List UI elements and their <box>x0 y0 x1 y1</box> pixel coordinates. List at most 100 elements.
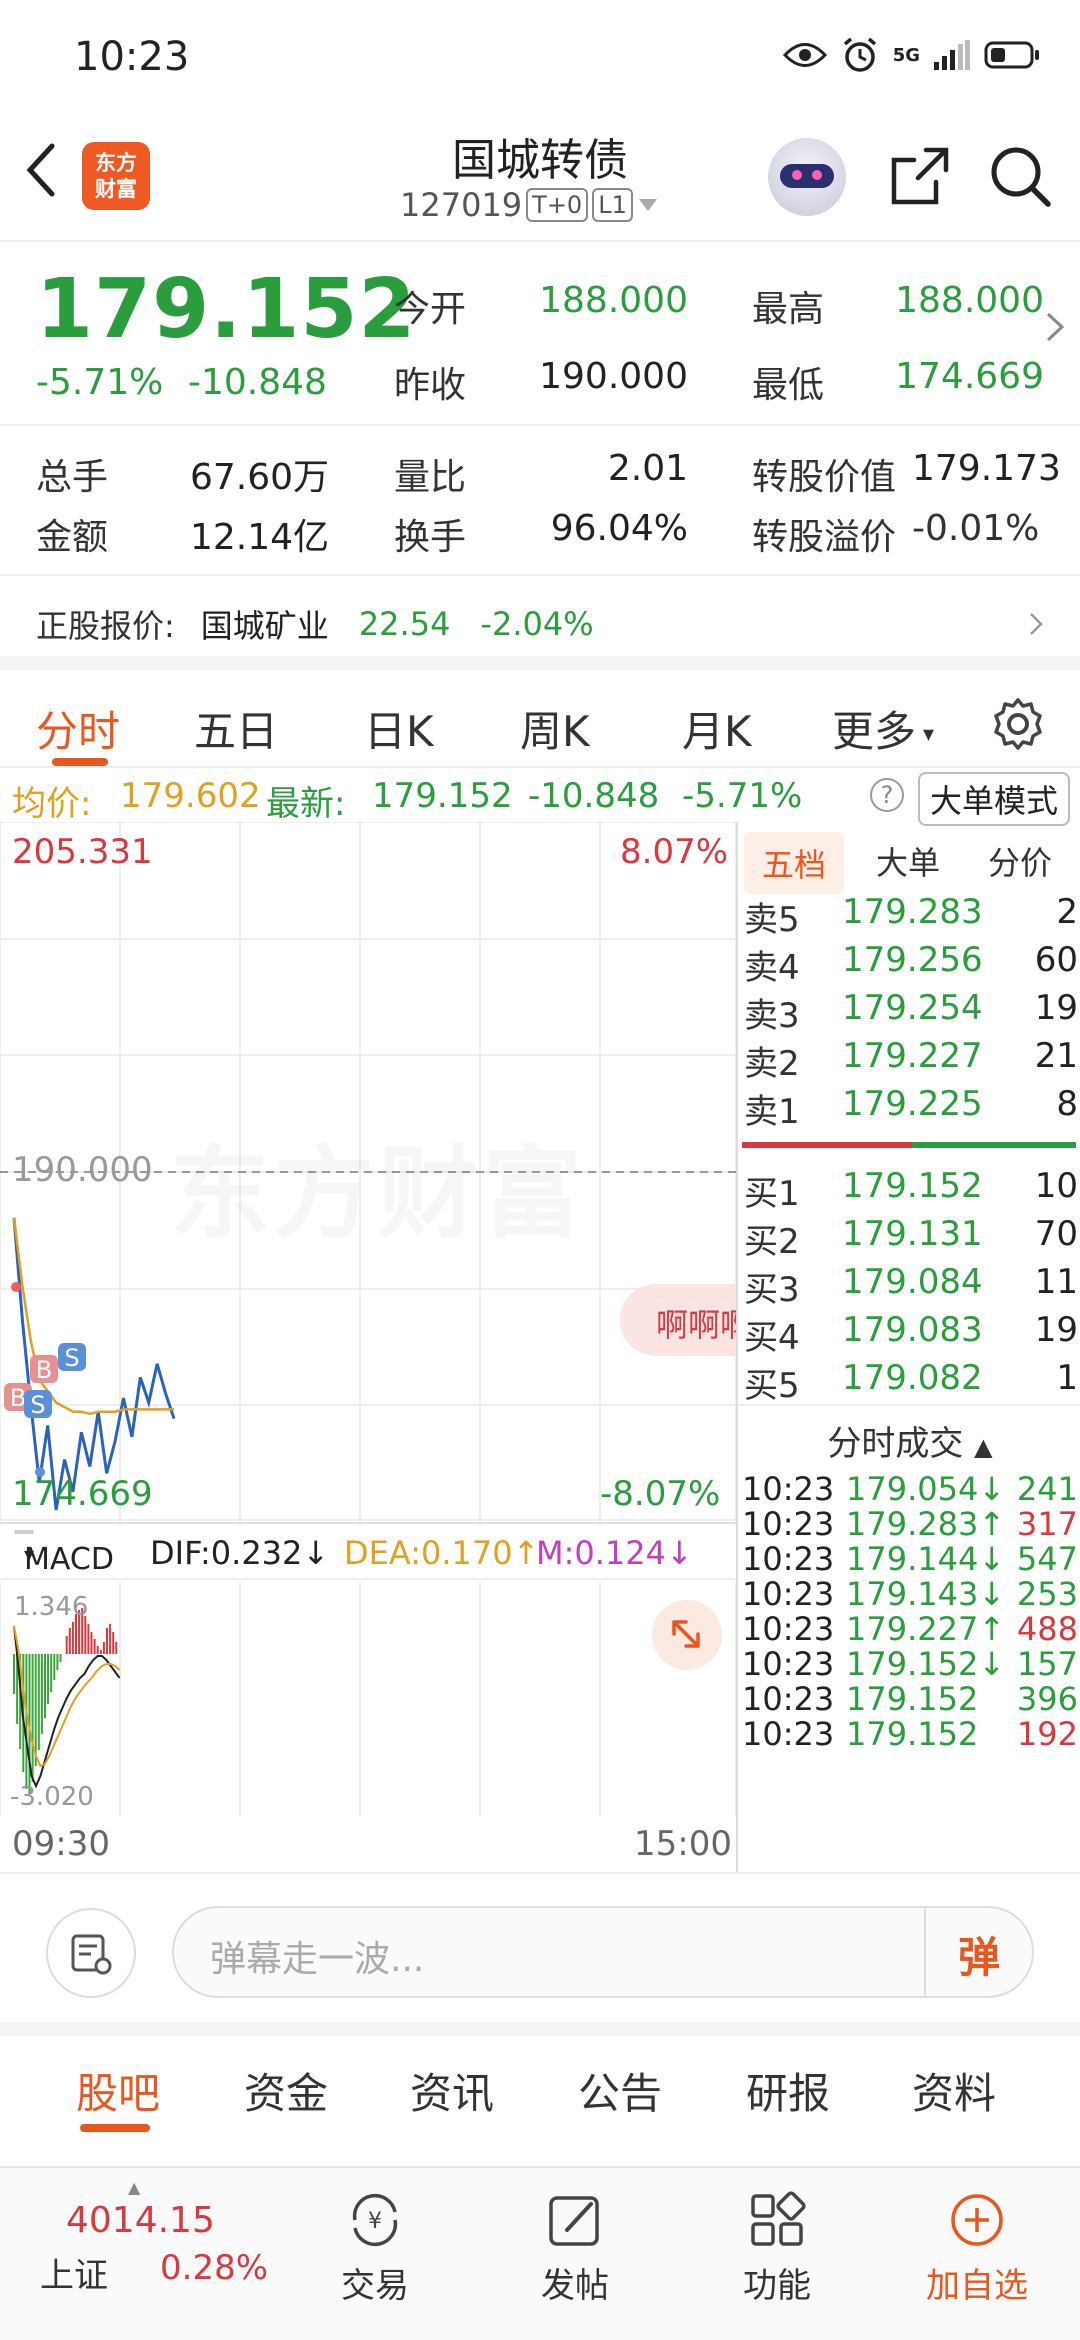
nav-post[interactable]: 发帖 <box>510 2190 640 2307</box>
signal-label: 5G <box>892 44 920 66</box>
tab-funds[interactable]: 资金 <box>244 2060 328 2121</box>
bid-price: 179.082 <box>842 1358 983 1398</box>
danmaku-settings-icon <box>71 1934 112 1975</box>
quote-divider-2 <box>0 574 1080 576</box>
tick-trades-header[interactable]: 分时成交 ▲ <box>738 1404 1080 1465</box>
share-icon[interactable] <box>888 146 952 208</box>
ask-row[interactable]: 卖5 179.283 2 <box>744 892 1078 940</box>
change-amount: -10.848 <box>188 362 327 403</box>
tab-monthly-k[interactable]: 月K <box>682 698 752 759</box>
tab-daily-k[interactable]: 日K <box>364 698 434 759</box>
ask-row[interactable]: 卖4 179.256 60 <box>744 940 1078 988</box>
latest-label: 最新: <box>266 784 346 824</box>
ask-row[interactable]: 卖2 179.227 21 <box>744 1036 1078 1084</box>
danmaku-bar: 弹幕走一波... 弹 <box>0 1872 1080 2022</box>
index-percent: 0.28% <box>160 2248 269 2288</box>
tab-announcements[interactable]: 公告 <box>578 2060 662 2121</box>
macd-dea: DEA:0.170↑ <box>344 1534 540 1572</box>
tick-price: 179.152 <box>846 1715 979 1753</box>
last-price: 179.152 <box>36 262 417 357</box>
amount-value: 12.14亿 <box>190 517 330 558</box>
underlying-change: -2.04% <box>480 605 594 643</box>
nav-functions-label: 功能 <box>743 2266 811 2306</box>
avg-label: 均价: <box>12 784 92 824</box>
big-order-mode-button[interactable]: 大单模式 <box>918 772 1071 826</box>
macd-m: M:0.124↓ <box>536 1534 693 1572</box>
dropdown-triangle-icon[interactable] <box>637 197 659 213</box>
tick-row: 10:23 179.152 192 <box>742 1715 1080 1767</box>
danmaku-bubble[interactable]: 啊啊啊 <box>620 1284 736 1356</box>
bid-level-label: 买3 <box>744 1270 800 1310</box>
expand-icon <box>672 1620 700 1648</box>
security-code-row[interactable]: 127019 T+0 L1 <box>400 186 659 224</box>
ask-level-label: 卖4 <box>744 948 800 988</box>
buy-marker-label: B <box>10 1384 26 1412</box>
tab-five-level[interactable]: 五档 <box>744 832 845 894</box>
ask-level-label: 卖2 <box>744 1044 800 1084</box>
bottom-navigation: ▲ 4014.15 上证 0.28% ¥ 交易 发帖 功能 加自选 <box>0 2166 1080 2340</box>
bid-row[interactable]: 买2 179.131 70 <box>744 1214 1078 1262</box>
tick-volume: 241 <box>1016 1470 1078 1508</box>
bid-ask-ratio-bar <box>742 1142 1076 1148</box>
ask-price: 179.225 <box>842 1084 983 1124</box>
ask-price: 179.227 <box>842 1036 983 1076</box>
status-time: 10:23 <box>74 34 190 80</box>
change-percent: -5.71% <box>36 362 164 403</box>
tab-big-order[interactable]: 大单 <box>876 838 940 884</box>
indicator-select[interactable]: MACD ▾ <box>14 1530 114 1577</box>
danmaku-placeholder: 弹幕走一波... <box>210 1939 425 1980</box>
conv-value-label: 转股价值 <box>752 457 897 498</box>
bid-level-label: 买1 <box>744 1174 800 1214</box>
underlying-stock-row[interactable]: 正股报价: 国城矿业 22.54 -2.04% <box>36 594 1056 654</box>
tab-news[interactable]: 资讯 <box>410 2060 494 2121</box>
bid-row[interactable]: 买5 179.082 1 <box>744 1358 1078 1406</box>
expand-right-icon[interactable] <box>1044 310 1068 344</box>
danmaku-send-button[interactable]: 弹 <box>924 1908 1032 1996</box>
tab-intraday[interactable]: 分时 <box>36 698 120 759</box>
ask-row[interactable]: 卖3 179.254 19 <box>744 988 1078 1036</box>
danmaku-settings-button[interactable] <box>46 1908 136 1998</box>
prev-close-value: 190.000 <box>539 356 688 397</box>
turnover-label: 换手 <box>394 517 467 558</box>
bid-price: 179.152 <box>842 1166 983 1206</box>
tick-time: 10:23 <box>742 1470 835 1508</box>
ask-level-label: 卖3 <box>744 996 800 1036</box>
intraday-chart-area[interactable]: BBSS 东方财富 205.331 8.07% 190.000 174.669 … <box>0 822 736 1872</box>
settings-gear-icon[interactable] <box>990 696 1046 752</box>
bid-volume: 70 <box>1034 1214 1078 1254</box>
ask-row[interactable]: 卖1 179.225 8 <box>744 1084 1078 1132</box>
chart-base-price: 190.000 <box>12 1150 153 1190</box>
tab-weekly-k[interactable]: 周K <box>520 698 590 759</box>
status-bar: 10:23 5G <box>0 0 1080 110</box>
open-value: 188.000 <box>539 280 688 321</box>
nav-add-watchlist-label: 加自选 <box>926 2266 1028 2306</box>
search-icon[interactable] <box>988 144 1054 210</box>
nav-trade[interactable]: ¥ 交易 <box>310 2190 440 2307</box>
index-name: 上证 <box>40 2256 108 2296</box>
tick-price: 179.283↑ <box>846 1505 1006 1543</box>
signal-icon <box>934 40 970 70</box>
tick-volume: 317 <box>1016 1505 1078 1543</box>
nav-add-watchlist[interactable]: 加自选 <box>912 2190 1042 2307</box>
macd-chart[interactable] <box>0 1582 736 1816</box>
bid-row[interactable]: 买1 179.152 10 <box>744 1166 1078 1214</box>
fullscreen-button[interactable] <box>652 1600 722 1670</box>
tab-research[interactable]: 研报 <box>746 2060 830 2121</box>
tab-five-day[interactable]: 五日 <box>194 698 278 759</box>
tab-price-dist[interactable]: 分价 <box>988 838 1052 884</box>
danmaku-input[interactable]: 弹幕走一波... 弹 <box>172 1906 1034 1998</box>
tab-profile[interactable]: 资料 <box>912 2060 996 2121</box>
caret-down-icon: ▾ <box>916 722 935 747</box>
bid-row[interactable]: 买4 179.083 19 <box>744 1310 1078 1358</box>
tab-guba[interactable]: 股吧 <box>76 2060 160 2121</box>
nav-functions[interactable]: 功能 <box>712 2190 842 2307</box>
caret-up-icon: ▲ <box>128 2178 141 2197</box>
ai-assistant-avatar[interactable] <box>768 138 846 216</box>
prev-close-label: 昨收 <box>394 365 467 406</box>
sell-marker-label: S <box>64 1344 79 1372</box>
help-icon[interactable]: ? <box>870 778 904 812</box>
bid-row[interactable]: 买3 179.084 11 <box>744 1262 1078 1310</box>
watermark: 东方财富 <box>170 1112 586 1257</box>
quote-panel: 179.152 -5.71% -10.848 今开 188.000 最高 188… <box>0 244 1080 664</box>
tab-more[interactable]: 更多 ▾ <box>832 698 934 759</box>
